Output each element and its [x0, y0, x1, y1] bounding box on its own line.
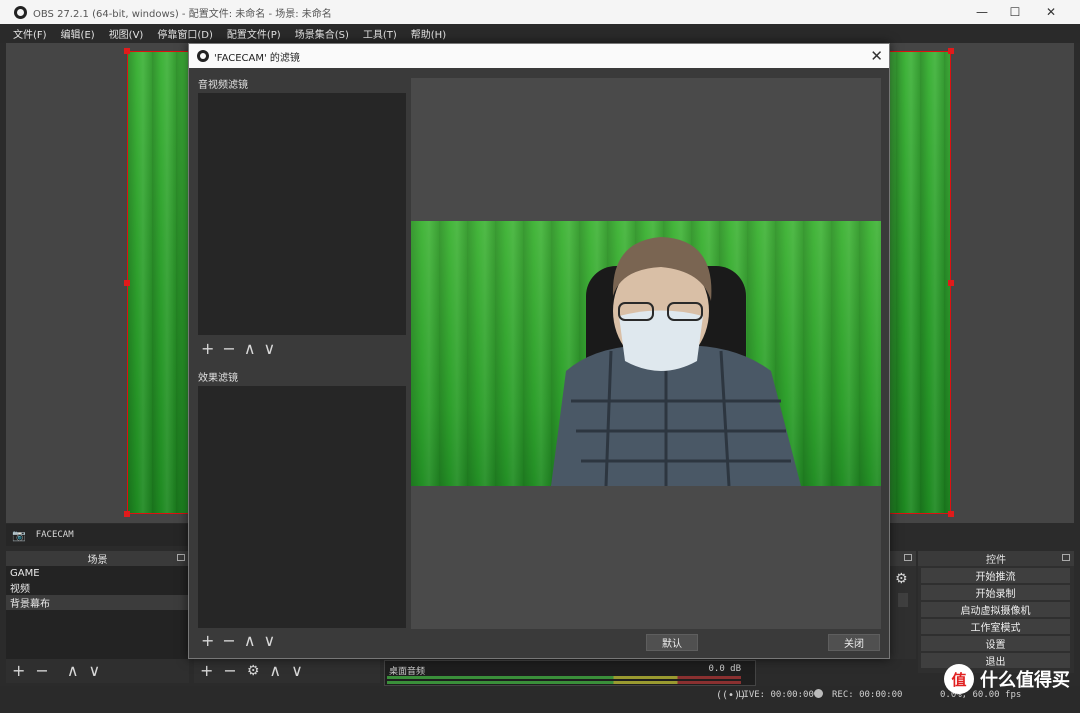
add-filter-button[interactable]: +: [201, 633, 214, 649]
transitions-dock-header: [890, 551, 916, 566]
menu-scene-collection[interactable]: 场景集合(S): [288, 26, 356, 41]
move-scene-up-button[interactable]: ∧: [67, 663, 79, 679]
filters-dialog: 'FACECAM' 的滤镜 ✕ 音视频滤镜 + − ∧ ∨ 效果滤镜 + − ∧…: [188, 43, 890, 659]
default-button[interactable]: 默认: [646, 634, 698, 651]
resize-handle[interactable]: [124, 48, 130, 54]
effect-filter-toolbar: + − ∧ ∨: [201, 633, 275, 649]
scenes-header-label: 场景: [87, 555, 108, 566]
webcam-preview: [411, 221, 881, 486]
controls-dock-header: 控件: [918, 551, 1074, 566]
menu-bar: 文件(F) 编辑(E) 视图(V) 停靠窗口(D) 配置文件(P) 场景集合(S…: [0, 24, 1080, 43]
filters-dialog-titlebar: 'FACECAM' 的滤镜 ✕: [189, 44, 889, 68]
menu-help[interactable]: 帮助(H): [404, 26, 453, 41]
menu-docks[interactable]: 停靠窗口(D): [150, 26, 220, 41]
watermark: 值 什么值得买: [944, 664, 1070, 694]
scene-item[interactable]: GAME: [6, 566, 189, 581]
resize-handle[interactable]: [948, 280, 954, 286]
start-virtual-camera-button[interactable]: 启动虚拟摄像机: [921, 602, 1070, 617]
watermark-text: 什么值得买: [980, 670, 1070, 691]
obs-logo-icon: [197, 50, 209, 62]
duration-spinner[interactable]: [898, 593, 908, 607]
live-timer: LIVE: 00:00:00: [738, 690, 814, 700]
move-filter-down-button[interactable]: ∨: [264, 341, 276, 357]
scenes-dock: 场景 GAME 视频 背景幕布: [6, 551, 189, 659]
effect-filters-label: 效果滤镜: [198, 373, 238, 384]
settings-button[interactable]: 设置: [921, 636, 1070, 651]
move-source-up-button[interactable]: ∧: [269, 663, 281, 679]
window-titlebar: OBS 27.2.1 (64-bit, windows) - 配置文件: 未命名…: [0, 0, 1080, 24]
source-toolbar: 📷 FACECAM: [6, 524, 194, 546]
start-recording-button[interactable]: 开始录制: [921, 585, 1070, 600]
move-source-down-button[interactable]: ∨: [291, 663, 303, 679]
add-filter-button[interactable]: +: [201, 341, 214, 357]
close-button[interactable]: ✕: [1033, 0, 1069, 24]
status-bar: ((•)) LIVE: 00:00:00 REC: 00:00:00 0.0%,…: [0, 686, 1080, 713]
audio-video-filters-label: 音视频滤镜: [198, 80, 248, 91]
menu-edit[interactable]: 编辑(E): [54, 26, 102, 41]
remove-source-button[interactable]: −: [223, 663, 236, 679]
mixer-track-level: 0.0 dB: [708, 664, 741, 674]
resize-handle[interactable]: [948, 511, 954, 517]
scene-list: GAME 视频 背景幕布: [6, 566, 189, 659]
camera-icon: 📷: [12, 528, 26, 542]
studio-mode-button[interactable]: 工作室模式: [921, 619, 1070, 634]
window-title: OBS 27.2.1 (64-bit, windows) - 配置文件: 未命名…: [33, 8, 332, 20]
filters-dialog-title: 'FACECAM' 的滤镜: [214, 52, 300, 64]
resize-handle[interactable]: [124, 280, 130, 286]
start-streaming-button[interactable]: 开始推流: [921, 568, 1070, 583]
audio-video-filter-list[interactable]: [198, 93, 406, 335]
menu-file[interactable]: 文件(F): [6, 26, 54, 41]
menu-profile[interactable]: 配置文件(P): [220, 26, 288, 41]
float-dock-icon[interactable]: [177, 554, 185, 561]
close-dialog-button[interactable]: 关闭: [828, 634, 880, 651]
float-dock-icon[interactable]: [1062, 554, 1070, 561]
rec-timer: REC: 00:00:00: [832, 690, 903, 700]
volume-meter: [387, 681, 741, 684]
volume-meter: [387, 676, 741, 679]
effect-filter-list[interactable]: [198, 386, 406, 628]
scene-item[interactable]: 视频: [6, 581, 189, 595]
person-figure: [551, 237, 801, 486]
filter-preview-area: [411, 78, 881, 629]
maximize-button[interactable]: ☐: [997, 0, 1033, 24]
scenes-dock-header: 场景: [6, 551, 189, 566]
resize-handle[interactable]: [124, 511, 130, 517]
source-name: FACECAM: [35, 530, 74, 540]
source-properties-gear-icon[interactable]: ⚙: [247, 664, 260, 678]
dialog-close-icon[interactable]: ✕: [870, 47, 883, 65]
float-dock-icon[interactable]: [904, 554, 912, 561]
audio-video-filter-toolbar: + − ∧ ∨: [201, 341, 275, 357]
add-scene-button[interactable]: +: [12, 663, 25, 679]
scene-item-selected[interactable]: 背景幕布: [6, 595, 189, 610]
rec-indicator-icon: [814, 689, 823, 698]
obs-logo-icon: [14, 5, 27, 19]
watermark-logo: 值: [944, 664, 974, 694]
transition-gear-icon[interactable]: ⚙: [895, 571, 908, 587]
remove-filter-button[interactable]: −: [222, 341, 235, 357]
transitions-dock: ⚙: [890, 551, 916, 659]
scenes-toolbar: + − ∧ ∨: [6, 659, 189, 683]
resize-handle[interactable]: [948, 48, 954, 54]
menu-view[interactable]: 视图(V): [102, 26, 151, 41]
move-scene-down-button[interactable]: ∨: [89, 663, 101, 679]
sources-toolbar: + − ⚙ ∧ ∨: [194, 659, 380, 683]
controls-dock: 控件 开始推流 开始录制 启动虚拟摄像机 工作室模式 设置 退出: [918, 551, 1074, 673]
menu-tools[interactable]: 工具(T): [356, 26, 404, 41]
move-filter-down-button[interactable]: ∨: [264, 633, 276, 649]
move-filter-up-button[interactable]: ∧: [244, 341, 256, 357]
remove-scene-button[interactable]: −: [35, 663, 48, 679]
minimize-button[interactable]: —: [964, 0, 1000, 24]
audio-mixer-track: 桌面音频 0.0 dB: [384, 660, 756, 686]
move-filter-up-button[interactable]: ∧: [244, 633, 256, 649]
controls-header-label: 控件: [986, 555, 1006, 566]
remove-filter-button[interactable]: −: [222, 633, 235, 649]
add-source-button[interactable]: +: [200, 663, 213, 679]
